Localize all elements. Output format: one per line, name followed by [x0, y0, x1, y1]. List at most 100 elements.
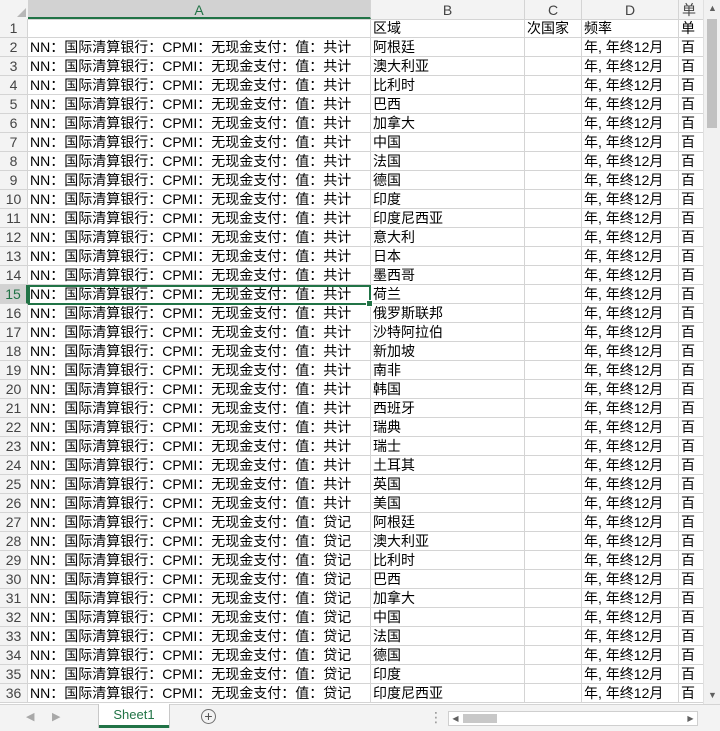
- cell-subnational[interactable]: [525, 627, 582, 646]
- cell-region[interactable]: 南非: [371, 361, 525, 380]
- cell-region[interactable]: 印度: [371, 190, 525, 209]
- cell-series-name[interactable]: NN：国际清算银行：CPMI：无现金支付：值：共计: [28, 361, 371, 380]
- cell-frequency[interactable]: 年, 年终12月: [582, 285, 679, 304]
- cell-region[interactable]: 法国: [371, 152, 525, 171]
- cell-series-name[interactable]: NN：国际清算银行：CPMI：无现金支付：值：贷记: [28, 513, 371, 532]
- cell-series-name[interactable]: NN：国际清算银行：CPMI：无现金支付：值：共计: [28, 247, 371, 266]
- row-number[interactable]: 17: [0, 323, 28, 342]
- cell-subnational[interactable]: [525, 76, 582, 95]
- cell-subnational[interactable]: [525, 114, 582, 133]
- cell-frequency[interactable]: 年, 年终12月: [582, 152, 679, 171]
- cell-region[interactable]: 澳大利亚: [371, 57, 525, 76]
- cell-frequency[interactable]: 年, 年终12月: [582, 589, 679, 608]
- cell-subnational[interactable]: [525, 361, 582, 380]
- cell-subnational[interactable]: [525, 532, 582, 551]
- cell-unit[interactable]: 百: [679, 627, 703, 646]
- cell-region[interactable]: 印度尼西亚: [371, 684, 525, 703]
- cell-region[interactable]: 土耳其: [371, 456, 525, 475]
- cell-subnational[interactable]: [525, 285, 582, 304]
- cell-region[interactable]: 加拿大: [371, 114, 525, 133]
- cell-unit[interactable]: 百: [679, 76, 703, 95]
- cell-unit[interactable]: 百: [679, 361, 703, 380]
- cell-region[interactable]: 印度: [371, 665, 525, 684]
- cell-frequency[interactable]: 年, 年终12月: [582, 171, 679, 190]
- column-header-a[interactable]: A: [28, 0, 371, 19]
- cell-region[interactable]: 阿根廷: [371, 513, 525, 532]
- cell-unit[interactable]: 百: [679, 513, 703, 532]
- cell-unit[interactable]: 百: [679, 247, 703, 266]
- spreadsheet-grid[interactable]: A B C D 单 1 区域 次国家 频率 单 2 NN：国际清算银行：CPMI：…: [0, 0, 703, 704]
- cell-region[interactable]: 西班牙: [371, 399, 525, 418]
- cell-series-name[interactable]: NN：国际清算银行：CPMI：无现金支付：值：共计: [28, 95, 371, 114]
- cell-subnational[interactable]: [525, 437, 582, 456]
- cell-subnational[interactable]: [525, 418, 582, 437]
- cell-subnational[interactable]: [525, 684, 582, 703]
- cell-subnational[interactable]: [525, 513, 582, 532]
- cell-subnational[interactable]: [525, 57, 582, 76]
- cell-frequency[interactable]: 年, 年终12月: [582, 646, 679, 665]
- cell-series-name[interactable]: NN：国际清算银行：CPMI：无现金支付：值：共计: [28, 133, 371, 152]
- row-number[interactable]: 10: [0, 190, 28, 209]
- row-number[interactable]: 35: [0, 665, 28, 684]
- row-number[interactable]: 23: [0, 437, 28, 456]
- chevron-right-icon[interactable]: ▶: [52, 710, 60, 723]
- cell-series-name[interactable]: NN：国际清算银行：CPMI：无现金支付：值：共计: [28, 437, 371, 456]
- vertical-scrollbar[interactable]: ▲ ▼: [703, 0, 720, 704]
- cell-series-name[interactable]: NN：国际清算银行：CPMI：无现金支付：值：贷记: [28, 570, 371, 589]
- cell-frequency[interactable]: 年, 年终12月: [582, 532, 679, 551]
- cell-subnational[interactable]: [525, 399, 582, 418]
- scroll-down-icon[interactable]: ▼: [704, 687, 720, 704]
- cell-region[interactable]: 俄罗斯联邦: [371, 304, 525, 323]
- cell-unit[interactable]: 百: [679, 494, 703, 513]
- cell-region[interactable]: 德国: [371, 646, 525, 665]
- cell-frequency[interactable]: 年, 年终12月: [582, 665, 679, 684]
- cell-unit[interactable]: 百: [679, 380, 703, 399]
- scroll-left-icon[interactable]: ◀: [449, 712, 462, 725]
- row-number[interactable]: 5: [0, 95, 28, 114]
- scroll-right-icon[interactable]: ▶: [684, 712, 697, 725]
- cell-region[interactable]: 韩国: [371, 380, 525, 399]
- cell-series-name[interactable]: NN：国际清算银行：CPMI：无现金支付：值：贷记: [28, 551, 371, 570]
- vertical-dots-icon[interactable]: ⋮: [429, 709, 443, 726]
- cell-region[interactable]: 阿根廷: [371, 38, 525, 57]
- vertical-scroll-thumb[interactable]: [707, 19, 717, 128]
- cell-unit[interactable]: 百: [679, 285, 703, 304]
- row-number[interactable]: 30: [0, 570, 28, 589]
- horizontal-scrollbar[interactable]: ◀ ▶: [448, 711, 698, 726]
- cell-region[interactable]: 巴西: [371, 570, 525, 589]
- row-number[interactable]: 21: [0, 399, 28, 418]
- cell-series-name[interactable]: NN：国际清算银行：CPMI：无现金支付：值：共计: [28, 418, 371, 437]
- cell-unit[interactable]: 百: [679, 551, 703, 570]
- cell-frequency[interactable]: 年, 年终12月: [582, 114, 679, 133]
- cell-subnational[interactable]: [525, 551, 582, 570]
- row-number[interactable]: 3: [0, 57, 28, 76]
- row-number[interactable]: 29: [0, 551, 28, 570]
- cell-unit[interactable]: 百: [679, 209, 703, 228]
- cell-frequency[interactable]: 年, 年终12月: [582, 76, 679, 95]
- cell-frequency[interactable]: 年, 年终12月: [582, 494, 679, 513]
- cell-series-name[interactable]: NN：国际清算银行：CPMI：无现金支付：值：贷记: [28, 589, 371, 608]
- chevron-left-icon[interactable]: ◀: [26, 710, 34, 723]
- cell-region[interactable]: 巴西: [371, 95, 525, 114]
- row-number[interactable]: 2: [0, 38, 28, 57]
- cell-unit[interactable]: 百: [679, 228, 703, 247]
- cell-unit[interactable]: 百: [679, 399, 703, 418]
- cell-series-name[interactable]: NN：国际清算银行：CPMI：无现金支付：值：共计: [28, 76, 371, 95]
- cell-region[interactable]: 德国: [371, 171, 525, 190]
- cell-unit[interactable]: 百: [679, 190, 703, 209]
- cell-series-name[interactable]: NN：国际清算银行：CPMI：无现金支付：值：共计: [28, 152, 371, 171]
- cell-subnational[interactable]: [525, 323, 582, 342]
- cell-region[interactable]: 印度尼西亚: [371, 209, 525, 228]
- cell-region[interactable]: 加拿大: [371, 589, 525, 608]
- cell-frequency[interactable]: 年, 年终12月: [582, 38, 679, 57]
- cell-unit[interactable]: 百: [679, 95, 703, 114]
- cell-frequency[interactable]: 年, 年终12月: [582, 342, 679, 361]
- row-number[interactable]: 16: [0, 304, 28, 323]
- cell-series-name[interactable]: NN：国际清算银行：CPMI：无现金支付：值：共计: [28, 266, 371, 285]
- cell-unit[interactable]: 百: [679, 589, 703, 608]
- row-number[interactable]: 28: [0, 532, 28, 551]
- row-number[interactable]: 8: [0, 152, 28, 171]
- row-number[interactable]: 27: [0, 513, 28, 532]
- cell-series-name[interactable]: NN：国际清算银行：CPMI：无现金支付：值：共计: [28, 380, 371, 399]
- row-number[interactable]: 31: [0, 589, 28, 608]
